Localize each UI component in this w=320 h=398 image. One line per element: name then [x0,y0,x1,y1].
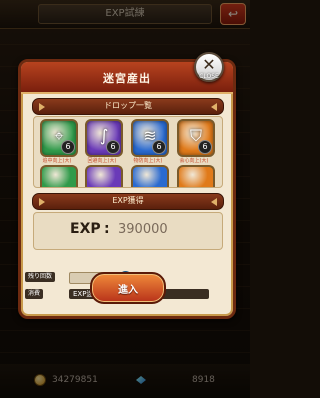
close-label: CLOSE [199,73,219,80]
enter-button[interactable]: 進入 [90,272,166,304]
drop-item-4[interactable]: ⛉ 6 [177,119,215,157]
exp-value: 390000 [118,222,168,237]
consume-label: 消費 [25,289,44,299]
drop-item-caption: 回避向上(大) [87,158,117,164]
exp-label: EXP [70,221,101,237]
drop-item-count: 6 [106,140,120,154]
remaining-label: 残り回数 [25,272,56,282]
drop-item-caption: 物防向上(大) [133,158,163,164]
drop-item-7[interactable] [131,165,169,187]
right-ornament-icon [211,198,217,206]
exp-colon: : [104,221,110,237]
drop-item-count: 6 [198,140,212,154]
enter-button-label: 進入 [118,285,138,296]
drop-list-header: ドロップ一覧 [32,98,224,115]
exp-gain-label: EXP獲得 [112,196,144,205]
drop-item-2[interactable]: ∫ 6 [85,119,123,157]
drop-item-8[interactable] [177,165,215,187]
right-ornament-icon [211,103,217,111]
drop-list-label: ドロップ一覧 [104,101,152,110]
close-icon: ✕ [202,55,216,74]
drop-item-5[interactable] [40,165,78,187]
exp-gain-header: EXP獲得 [32,193,224,210]
drop-item-caption: 追中向上(大) [42,158,72,164]
drop-item-count: 6 [61,140,75,154]
drop-item-1[interactable]: ⌖ 6 [40,119,78,157]
drop-item-caption: 会心向上(大) [179,158,209,164]
drop-list[interactable]: ⌖ 6 ∫ 6 ≋ 6 ⛉ 6 追中向上(大) 回避向上(大) 物防向上(大) … [33,116,223,188]
drop-item-3[interactable]: ≋ 6 [131,119,169,157]
exp-panel: EXP : 390000 [33,212,223,250]
drop-item-6[interactable] [85,165,123,187]
drop-item-count: 6 [152,140,166,154]
